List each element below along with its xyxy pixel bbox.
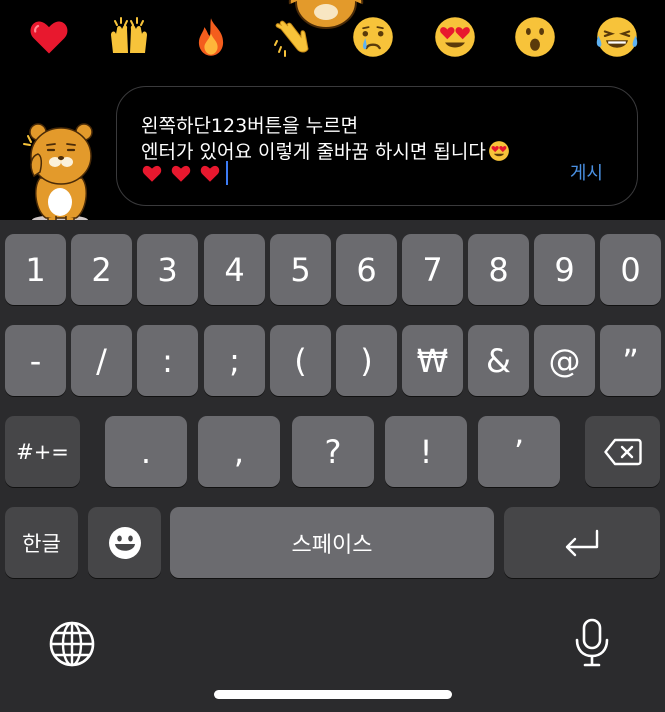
bear-sticker-peek [288,0,364,29]
key-comma[interactable]: , [198,416,280,487]
microphone-icon [575,618,609,667]
fire-reaction[interactable] [186,12,236,62]
return-key[interactable] [504,507,660,578]
symbols-toggle-key[interactable]: #+= [5,416,80,487]
key-4[interactable]: 4 [204,234,265,305]
key-exclamation[interactable]: ! [385,416,467,487]
key-period[interactable]: . [105,416,187,487]
backspace-icon [603,438,642,465]
key-3[interactable]: 3 [137,234,198,305]
raising-hands-reaction[interactable] [104,12,154,62]
ryan-sticker [23,123,93,225]
post-button[interactable]: 게시 [570,159,603,185]
emoji-key[interactable] [88,507,161,578]
numeric-keyboard: 1 2 3 4 5 6 7 8 9 0 - / : ; ( ) ₩ & @ ” … [0,220,665,712]
key-question[interactable]: ? [292,416,374,487]
comment-text-line-2-text: 엔터가 있어요 이렇게 줄바꿈 하시면 됩니다 [141,141,486,163]
globe-button[interactable] [48,620,96,668]
heart-eyes-icon [488,140,510,162]
key-slash[interactable]: / [71,325,132,396]
comment-text-line-3 [141,161,228,185]
surprised-reaction[interactable] [510,12,560,62]
comment-text-line-1: 왼쪽하단123버튼을 누르면 [141,115,359,137]
key-8[interactable]: 8 [468,234,529,305]
text-cursor [226,161,228,185]
globe-icon [49,621,95,667]
comment-composer: 왼쪽하단123버튼을 누르면 엔터가 있어요 이렇게 줄바꿈 하시면 됩니다 게… [0,72,665,225]
key-quote[interactable]: ” [600,325,661,396]
heart-icon [141,163,163,183]
key-colon[interactable]: : [137,325,198,396]
key-1[interactable]: 1 [5,234,66,305]
key-semicolon[interactable]: ; [204,325,265,396]
key-close-paren[interactable]: ) [336,325,397,396]
key-9[interactable]: 9 [534,234,595,305]
key-hyphen[interactable]: - [5,325,66,396]
heart-icon [170,163,192,183]
key-6[interactable]: 6 [336,234,397,305]
space-key[interactable]: 스페이스 [170,507,494,578]
comment-input-box[interactable]: 왼쪽하단123버튼을 누르면 엔터가 있어요 이렇게 줄바꿈 하시면 됩니다 게… [116,86,638,206]
language-key[interactable]: 한글 [5,507,78,578]
key-at[interactable]: @ [534,325,595,396]
emoji-icon [108,526,141,559]
laughing-reaction[interactable] [592,12,642,62]
dictation-button[interactable] [574,618,610,668]
key-ampersand[interactable]: & [468,325,529,396]
heart-reaction[interactable] [24,12,74,62]
key-2[interactable]: 2 [71,234,132,305]
return-icon [565,529,599,556]
key-7[interactable]: 7 [402,234,463,305]
key-apostrophe[interactable]: ’ [478,416,560,487]
heart-eyes-reaction[interactable] [430,12,480,62]
home-indicator[interactable] [214,690,452,699]
key-open-paren[interactable]: ( [270,325,331,396]
comment-text-line-2: 엔터가 있어요 이렇게 줄바꿈 하시면 됩니다 [141,137,510,164]
backspace-key[interactable] [585,416,660,487]
key-0[interactable]: 0 [600,234,661,305]
key-won[interactable]: ₩ [402,325,463,396]
heart-icon [199,163,221,183]
key-5[interactable]: 5 [270,234,331,305]
